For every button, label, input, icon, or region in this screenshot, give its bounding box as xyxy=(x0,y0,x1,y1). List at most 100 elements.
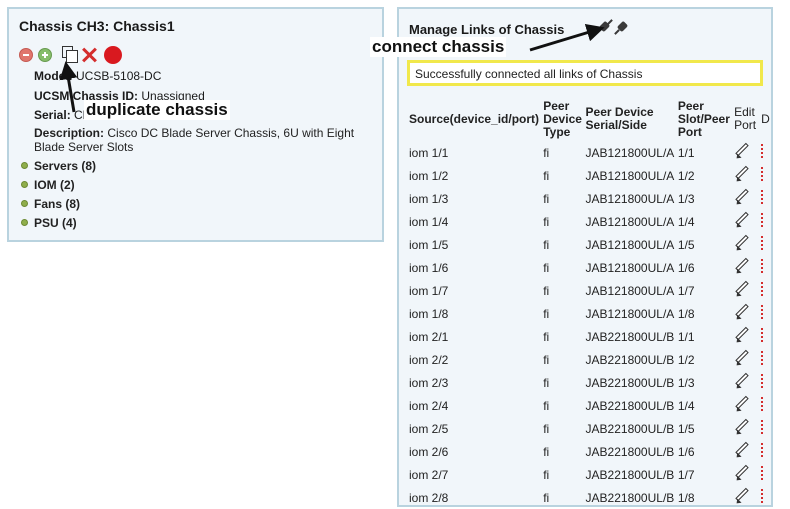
duplicate-icon[interactable] xyxy=(62,46,79,64)
pencil-icon[interactable] xyxy=(734,395,750,414)
cell-source: iom 1/8 xyxy=(409,306,449,321)
col-peer-serial-side: Peer Device Serial/Side xyxy=(585,105,654,132)
pencil-icon[interactable] xyxy=(734,211,750,230)
annotation-duplicate: duplicate chassis xyxy=(84,100,230,120)
pencil-icon[interactable] xyxy=(734,257,750,276)
cell-edit xyxy=(734,210,761,233)
group-psu[interactable]: PSU (4) xyxy=(21,216,77,230)
cell-source: iom 2/4 xyxy=(409,398,449,413)
cell-source: iom 2/3 xyxy=(409,375,449,390)
cell-peer-serial-side: JAB121800UL/A xyxy=(585,283,675,298)
pencil-icon[interactable] xyxy=(734,234,750,253)
cell-peer-slot-port: 1/4 xyxy=(677,214,695,229)
table-row: iom 2/3 fi JAB221800UL/B 1/3 xyxy=(409,371,771,394)
pencil-icon[interactable] xyxy=(734,372,750,391)
delete-icon[interactable] xyxy=(761,305,764,319)
cell-delete xyxy=(761,141,771,164)
links-table: Source(device_id/port) Peer Device Type … xyxy=(409,97,771,509)
table-row: iom 1/8 fi JAB121800UL/A 1/8 xyxy=(409,302,771,325)
plus-circle-icon[interactable] xyxy=(38,48,52,62)
pencil-icon[interactable] xyxy=(734,142,750,161)
cell-edit xyxy=(734,417,761,440)
cell-peer-device-type: fi xyxy=(543,444,550,459)
cell-delete xyxy=(761,302,771,325)
pencil-icon[interactable] xyxy=(734,303,750,322)
delete-icon[interactable] xyxy=(761,351,764,365)
cell-peer-serial-side: JAB121800UL/A xyxy=(585,306,675,321)
cell-delete xyxy=(761,256,771,279)
group-fans[interactable]: Fans (8) xyxy=(21,197,80,211)
delete-icon[interactable] xyxy=(761,443,764,457)
cell-peer-slot-port: 1/6 xyxy=(677,444,695,459)
cell-peer-slot-port: 1/4 xyxy=(677,398,695,413)
red-dot-icon[interactable] xyxy=(104,46,122,64)
cell-peer-serial-side: JAB121800UL/A xyxy=(585,191,675,206)
cell-delete xyxy=(761,440,771,463)
cell-delete xyxy=(761,394,771,417)
cell-peer-serial-side: JAB121800UL/A xyxy=(585,145,675,160)
delete-icon[interactable] xyxy=(761,236,764,250)
chassis-toolbar xyxy=(19,46,139,66)
pencil-icon[interactable] xyxy=(734,188,750,207)
pencil-icon[interactable] xyxy=(734,441,750,460)
minus-circle-icon[interactable] xyxy=(19,48,33,62)
pencil-icon[interactable] xyxy=(734,165,750,184)
delete-icon[interactable] xyxy=(761,489,764,503)
col-source: Source(device_id/port) xyxy=(409,111,540,126)
table-row: iom 1/2 fi JAB121800UL/A 1/2 xyxy=(409,164,771,187)
pencil-icon[interactable] xyxy=(734,418,750,437)
cell-peer-serial-side: JAB121800UL/A xyxy=(585,260,675,275)
cell-peer-serial-side: JAB121800UL/A xyxy=(585,168,675,183)
delete-icon[interactable] xyxy=(761,259,764,273)
plug-icon[interactable] xyxy=(597,19,613,35)
cell-peer-device-type: fi xyxy=(543,375,550,390)
cell-peer-device-type: fi xyxy=(543,352,550,367)
cell-peer-serial-side: JAB221800UL/B xyxy=(585,375,675,390)
cell-source: iom 2/8 xyxy=(409,490,449,505)
plug-icon[interactable] xyxy=(614,19,631,35)
cell-peer-serial-side: JAB121800UL/A xyxy=(585,214,675,229)
cell-peer-device-type: fi xyxy=(543,191,550,206)
table-row: iom 1/5 fi JAB121800UL/A 1/5 xyxy=(409,233,771,256)
cell-peer-serial-side: JAB121800UL/A xyxy=(585,237,675,252)
delete-icon[interactable] xyxy=(761,397,764,411)
cell-peer-device-type: fi xyxy=(543,421,550,436)
delete-icon[interactable] xyxy=(761,328,764,342)
col-peer-slot-port: Peer Slot/Peer Port xyxy=(677,98,730,139)
cell-peer-slot-port: 1/1 xyxy=(677,329,695,344)
manage-links-title: Manage Links of Chassis xyxy=(409,22,565,37)
pencil-icon[interactable] xyxy=(734,349,750,368)
pencil-icon[interactable] xyxy=(734,487,750,506)
cell-edit xyxy=(734,187,761,210)
cell-peer-serial-side: JAB221800UL/B xyxy=(585,490,675,505)
cell-peer-device-type: fi xyxy=(543,145,550,160)
table-row: iom 2/5 fi JAB221800UL/B 1/5 xyxy=(409,417,771,440)
cell-delete xyxy=(761,348,771,371)
delete-icon[interactable] xyxy=(761,374,764,388)
col-edit-port: Edit Port xyxy=(734,105,757,132)
delete-icon[interactable] xyxy=(761,213,764,227)
group-iom[interactable]: IOM (2) xyxy=(21,178,75,192)
delete-icon[interactable] xyxy=(761,282,764,296)
delete-icon[interactable] xyxy=(761,420,764,434)
delete-x-icon[interactable] xyxy=(81,47,97,63)
cell-peer-slot-port: 1/3 xyxy=(677,191,695,206)
delete-icon[interactable] xyxy=(761,167,764,181)
cell-delete xyxy=(761,164,771,187)
cell-edit xyxy=(734,371,761,394)
delete-icon[interactable] xyxy=(761,466,764,480)
cell-peer-slot-port: 1/7 xyxy=(677,467,695,482)
cell-edit xyxy=(734,486,761,509)
group-servers[interactable]: Servers (8) xyxy=(21,159,96,173)
cell-edit xyxy=(734,440,761,463)
delete-icon[interactable] xyxy=(761,144,764,158)
pencil-icon[interactable] xyxy=(734,464,750,483)
bullet-icon xyxy=(21,219,28,226)
cell-peer-serial-side: JAB221800UL/B xyxy=(585,352,675,367)
pencil-icon[interactable] xyxy=(734,280,750,299)
cell-delete xyxy=(761,187,771,210)
delete-icon[interactable] xyxy=(761,190,764,204)
pencil-icon[interactable] xyxy=(734,326,750,345)
cell-edit xyxy=(734,256,761,279)
cell-peer-device-type: fi xyxy=(543,260,550,275)
